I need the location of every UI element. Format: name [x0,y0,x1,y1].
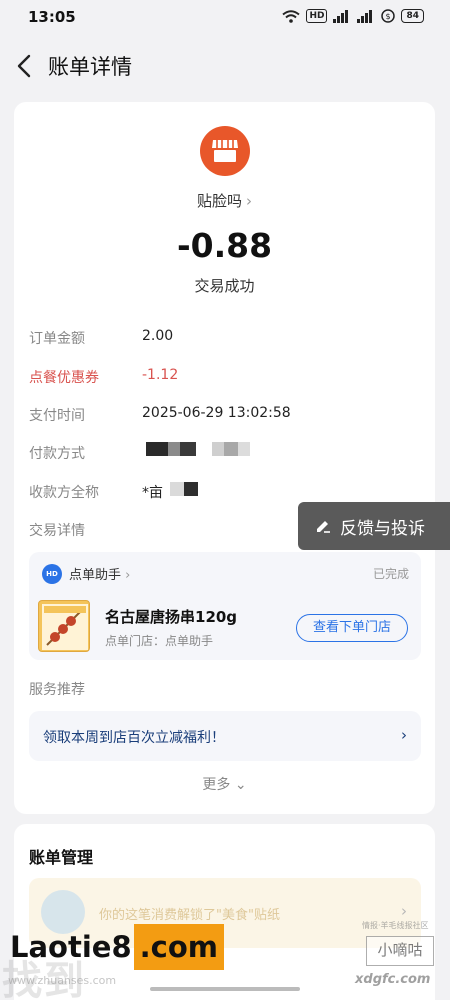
status-time: 13:05 [28,8,76,26]
hd-badge: HD [306,9,328,23]
wifi-icon [282,9,301,23]
product-name: 名古屋唐扬串120g [105,608,238,626]
product-store: 点单门店：点单助手 [105,634,214,648]
merchant-name: 贴脸吗 [196,192,242,210]
order-amount-value: 2.00 [142,328,174,344]
product-thumbnail [38,600,90,652]
status-icons: HD $ 84 [282,9,424,23]
coupon-label: 点餐优惠券 [29,370,99,386]
order-helper-link[interactable]: 点单助手 › [69,564,130,583]
services-label: 服务推荐 [29,682,85,698]
chevron-down-icon: ⌄ [234,777,247,793]
payee-redacted [170,482,198,496]
merchant-name-link[interactable]: 贴脸吗 › [14,190,435,211]
back-button[interactable] [14,52,38,80]
order-amount-label: 订单金额 [29,331,85,347]
order-detail-box: HD 点单助手 › 已完成 名古屋唐扬串120g 点单门店：点单助手 查看下单门… [29,552,421,660]
watermark-right-box: 小嘀咕 [366,936,434,966]
shield-icon: $ [381,9,396,23]
pay-method-redacted [146,442,250,456]
promo-text: 领取本周到店百次立减福利！ [43,730,225,746]
watermark-right-top: 情报·羊毛线报社区 [362,921,429,930]
feedback-button[interactable]: 反馈与投诉 [298,502,450,550]
payee-value: *亩 [142,485,163,501]
pay-time-value: 2025-06-29 13:02:58 [142,405,291,421]
signal-icon-2 [357,9,373,23]
feedback-label: 反馈与投诉 [340,518,425,539]
order-helper-name: 点单助手 [69,568,122,583]
watermark-main-text: Laotie8 [10,930,132,964]
edit-icon [317,521,330,533]
transaction-status: 交易成功 [194,277,255,295]
signal-icon [333,9,349,23]
header: 账单详情 [0,42,450,88]
page-title: 账单详情 [48,55,132,79]
bill-detail-card: 贴脸吗 › -0.88 交易成功 订单金额 2.00 点餐优惠券 -1.12 支付… [14,102,435,814]
watermark-main: Laotie8 .com [10,922,224,972]
watermark-right-url: xdgfc.com [355,972,431,987]
view-store-button[interactable]: 查看下单门店 [296,614,408,642]
chevron-right-icon: › [401,726,407,744]
order-status: 已完成 [372,567,409,581]
transaction-amount: -0.88 [176,226,273,265]
more-label: 更多 [202,777,231,793]
watermark-small-text: www.zhuanses.com [8,974,117,987]
pay-method-label: 付款方式 [29,446,85,462]
battery-indicator: 84 [401,9,424,23]
chevron-right-icon: › [401,902,407,920]
status-bar: 13:05 HD $ 84 [0,0,450,34]
chevron-right-icon: › [125,568,131,583]
watermark-orange-text: .com [133,924,224,970]
payee-label: 收款方全称 [29,485,99,501]
chevron-right-icon: › [246,192,252,210]
home-indicator[interactable] [150,987,300,991]
promo-banner[interactable]: 领取本周到店百次立减福利！ › [29,711,421,761]
pay-time-label: 支付时间 [29,408,85,424]
order-helper-icon: HD [42,564,62,584]
chevron-left-icon [17,54,31,78]
coupon-value: -1.12 [142,367,179,383]
store-icon [200,126,250,176]
trade-detail-label: 交易详情 [29,523,85,539]
svg-text:$: $ [386,12,391,21]
bill-management-title: 账单管理 [29,848,94,867]
more-button[interactable]: 更多 ⌄ [14,774,435,794]
